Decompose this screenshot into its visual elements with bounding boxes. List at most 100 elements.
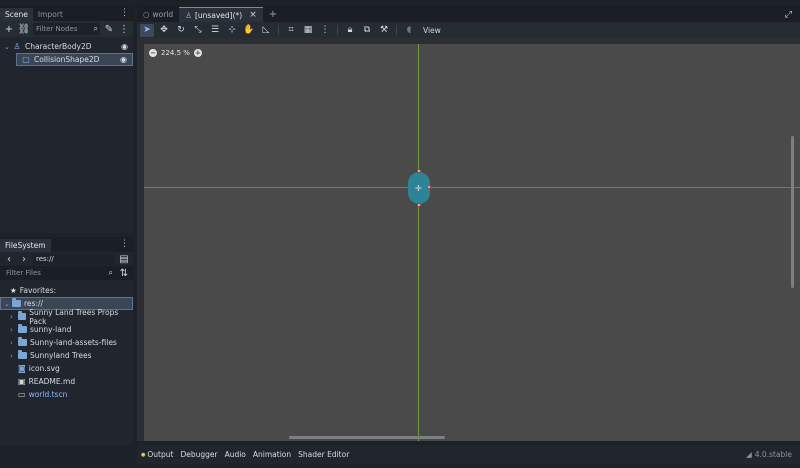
pan-mode-icon[interactable]: ✋ [242, 24, 256, 37]
favorites-row[interactable]: ★ Favorites: [0, 284, 133, 297]
view-menu-button[interactable]: View [419, 26, 445, 35]
filter-nodes-input[interactable]: Filter Nodes ⌕ [33, 23, 100, 35]
move-mode-icon[interactable]: ✥ [157, 24, 171, 37]
vertical-ruler[interactable] [137, 38, 144, 441]
chevron-right-icon[interactable]: › [10, 339, 18, 347]
select-mode-icon[interactable]: ➤ [140, 23, 154, 37]
tab-unsaved[interactable]: ♙ [unsaved](*) × [179, 7, 263, 22]
visibility-eye-icon[interactable]: ◉ [121, 42, 128, 51]
tree-node-characterbody2d[interactable]: ⌄ ♙ CharacterBody2D ◉ [0, 40, 133, 53]
version-icon: ◢ [746, 450, 752, 459]
search-icon: ⌕ [93, 24, 98, 33]
ruler-mode-icon[interactable]: ◺ [259, 24, 273, 37]
path-row: ‹ › res:// ▤ [0, 252, 133, 266]
horizontal-ruler[interactable] [137, 38, 800, 44]
scene-dock-menu-icon[interactable]: ⋮ [116, 8, 133, 21]
character-body-icon: ♙ [185, 10, 192, 20]
zoom-out-icon[interactable]: − [149, 49, 157, 57]
filesystem-dock-tabs: FileSystem ⋮ [0, 237, 133, 252]
tree-node-collisionshape2d[interactable]: ▢ CollisionShape2D ◉ [16, 53, 133, 66]
list-item[interactable]: ▭ world.tscn [0, 388, 133, 401]
tab-filesystem[interactable]: FileSystem [0, 239, 51, 252]
tab-scene[interactable]: Scene [0, 8, 33, 21]
snap-options-icon[interactable]: ⋮ [318, 24, 332, 37]
add-tab-button[interactable]: + [263, 7, 283, 22]
scene-toolbar: + ⛓ Filter Nodes ⌕ ✎ ⋮ [0, 21, 133, 37]
script-icon[interactable]: ✎ [103, 23, 115, 35]
canvas-toolbar: ➤ ✥ ↻ ⤡ ☰ ⊹ ✋ ◺ ⌗ ▦ ⋮ 🔒︎ ⧉ ⚒ ◖ View [137, 22, 800, 38]
scene-dock: Scene Import ⋮ + ⛓ Filter Nodes ⌕ ✎ ⋮ ⌄ … [0, 6, 133, 233]
lock-icon[interactable]: 🔒︎ [343, 24, 357, 37]
bone-icon[interactable]: ⚒ [377, 24, 391, 37]
close-icon[interactable]: × [249, 10, 257, 20]
filesystem-menu-icon[interactable]: ⋮ [116, 239, 133, 252]
list-select-icon[interactable]: ☰ [208, 24, 222, 37]
shape-handle-top[interactable] [417, 169, 421, 173]
zoom-level[interactable]: 224.5 % [161, 49, 190, 57]
toolbar-divider [337, 25, 338, 35]
folder-icon [18, 337, 27, 346]
tab-import[interactable]: Import [33, 8, 68, 21]
forward-arrow-icon[interactable]: › [18, 253, 30, 265]
vertical-scrollbar[interactable] [791, 136, 794, 288]
editor-tab-bar: ○ world ♙ [unsaved](*) × + ⤢ [137, 6, 800, 22]
output-button[interactable]: Output [141, 450, 173, 459]
folder-icon [18, 350, 27, 359]
svg-file-icon: ◙ [18, 364, 26, 373]
debugger-button[interactable]: Debugger [180, 450, 217, 459]
link-icon[interactable]: ⛓ [18, 23, 31, 35]
chevron-right-icon[interactable]: › [10, 326, 18, 334]
filter-files-placeholder: Filter Files [6, 269, 41, 277]
smart-snap-icon[interactable]: ⌗ [284, 24, 298, 37]
file-tree: ★ Favorites: ⌄ res:// › Sunny Land Trees… [0, 280, 133, 401]
shader-editor-button[interactable]: Shader Editor [298, 450, 349, 459]
back-arrow-icon[interactable]: ‹ [3, 253, 15, 265]
list-item[interactable]: ◙ icon.svg [0, 362, 133, 375]
horizontal-scrollbar[interactable] [289, 436, 445, 439]
character-body-icon: ♙ [13, 42, 21, 51]
group-icon[interactable]: ⧉ [360, 24, 374, 37]
scene-menu-icon[interactable]: ⋮ [118, 23, 130, 35]
override-camera-icon[interactable]: ◖ [402, 24, 416, 37]
shape-handle-right[interactable] [427, 185, 431, 189]
plus-icon: + [268, 9, 278, 20]
markdown-file-icon: ▣ [18, 377, 26, 386]
chevron-right-icon[interactable]: › [10, 313, 18, 321]
shape-handle-bottom[interactable] [417, 203, 421, 207]
rotate-mode-icon[interactable]: ↻ [174, 24, 188, 37]
list-item[interactable]: ▣ README.md [0, 375, 133, 388]
list-item[interactable]: › Sunny-land-assets-files [0, 336, 133, 349]
tab-world[interactable]: ○ world [137, 7, 179, 22]
chevron-down-icon[interactable]: ⌄ [4, 300, 12, 308]
path-input[interactable]: res:// [33, 253, 115, 265]
folder-icon [17, 311, 27, 320]
scene-dock-tabs: Scene Import ⋮ [0, 6, 133, 21]
chevron-right-icon[interactable]: › [10, 352, 18, 360]
split-view-icon[interactable]: ▤ [118, 253, 130, 265]
node-label: CollisionShape2D [34, 55, 100, 64]
add-node-icon[interactable]: + [3, 23, 15, 35]
canvas-viewport[interactable]: ✛ − 224.5 % + [137, 38, 800, 441]
audio-button[interactable]: Audio [225, 450, 246, 459]
search-icon: ⌕ [108, 268, 113, 277]
distraction-free-icon[interactable]: ⤢ [785, 10, 792, 22]
pivot-icon[interactable]: ⊹ [225, 24, 239, 37]
item-label: Sunny Land Trees Props Pack [29, 307, 119, 326]
tab-label: world [152, 10, 174, 19]
list-item[interactable]: › Sunnyland Trees [0, 349, 133, 362]
scene-tree: ⌄ ♙ CharacterBody2D ◉ ▢ CollisionShape2D… [0, 37, 133, 66]
pivot-cross-icon: ✛ [415, 184, 422, 193]
grid-snap-icon[interactable]: ▦ [301, 24, 315, 37]
chevron-down-icon[interactable]: ⌄ [4, 43, 12, 51]
list-item[interactable]: › Sunny Land Trees Props Pack [0, 307, 133, 326]
sort-icon[interactable]: ⇅ [118, 267, 130, 279]
filter-files-input[interactable]: Filter Files ⌕ [3, 267, 115, 279]
filter-files-row: Filter Files ⌕ ⇅ [0, 266, 133, 280]
visibility-eye-icon[interactable]: ◉ [120, 55, 127, 64]
zoom-in-icon[interactable]: + [193, 49, 202, 57]
scale-mode-icon[interactable]: ⤡ [191, 24, 205, 37]
toolbar-divider [278, 25, 279, 35]
animation-button[interactable]: Animation [253, 450, 291, 459]
item-label: Sunny-land-assets-files [30, 338, 117, 347]
folder-icon [12, 298, 21, 307]
